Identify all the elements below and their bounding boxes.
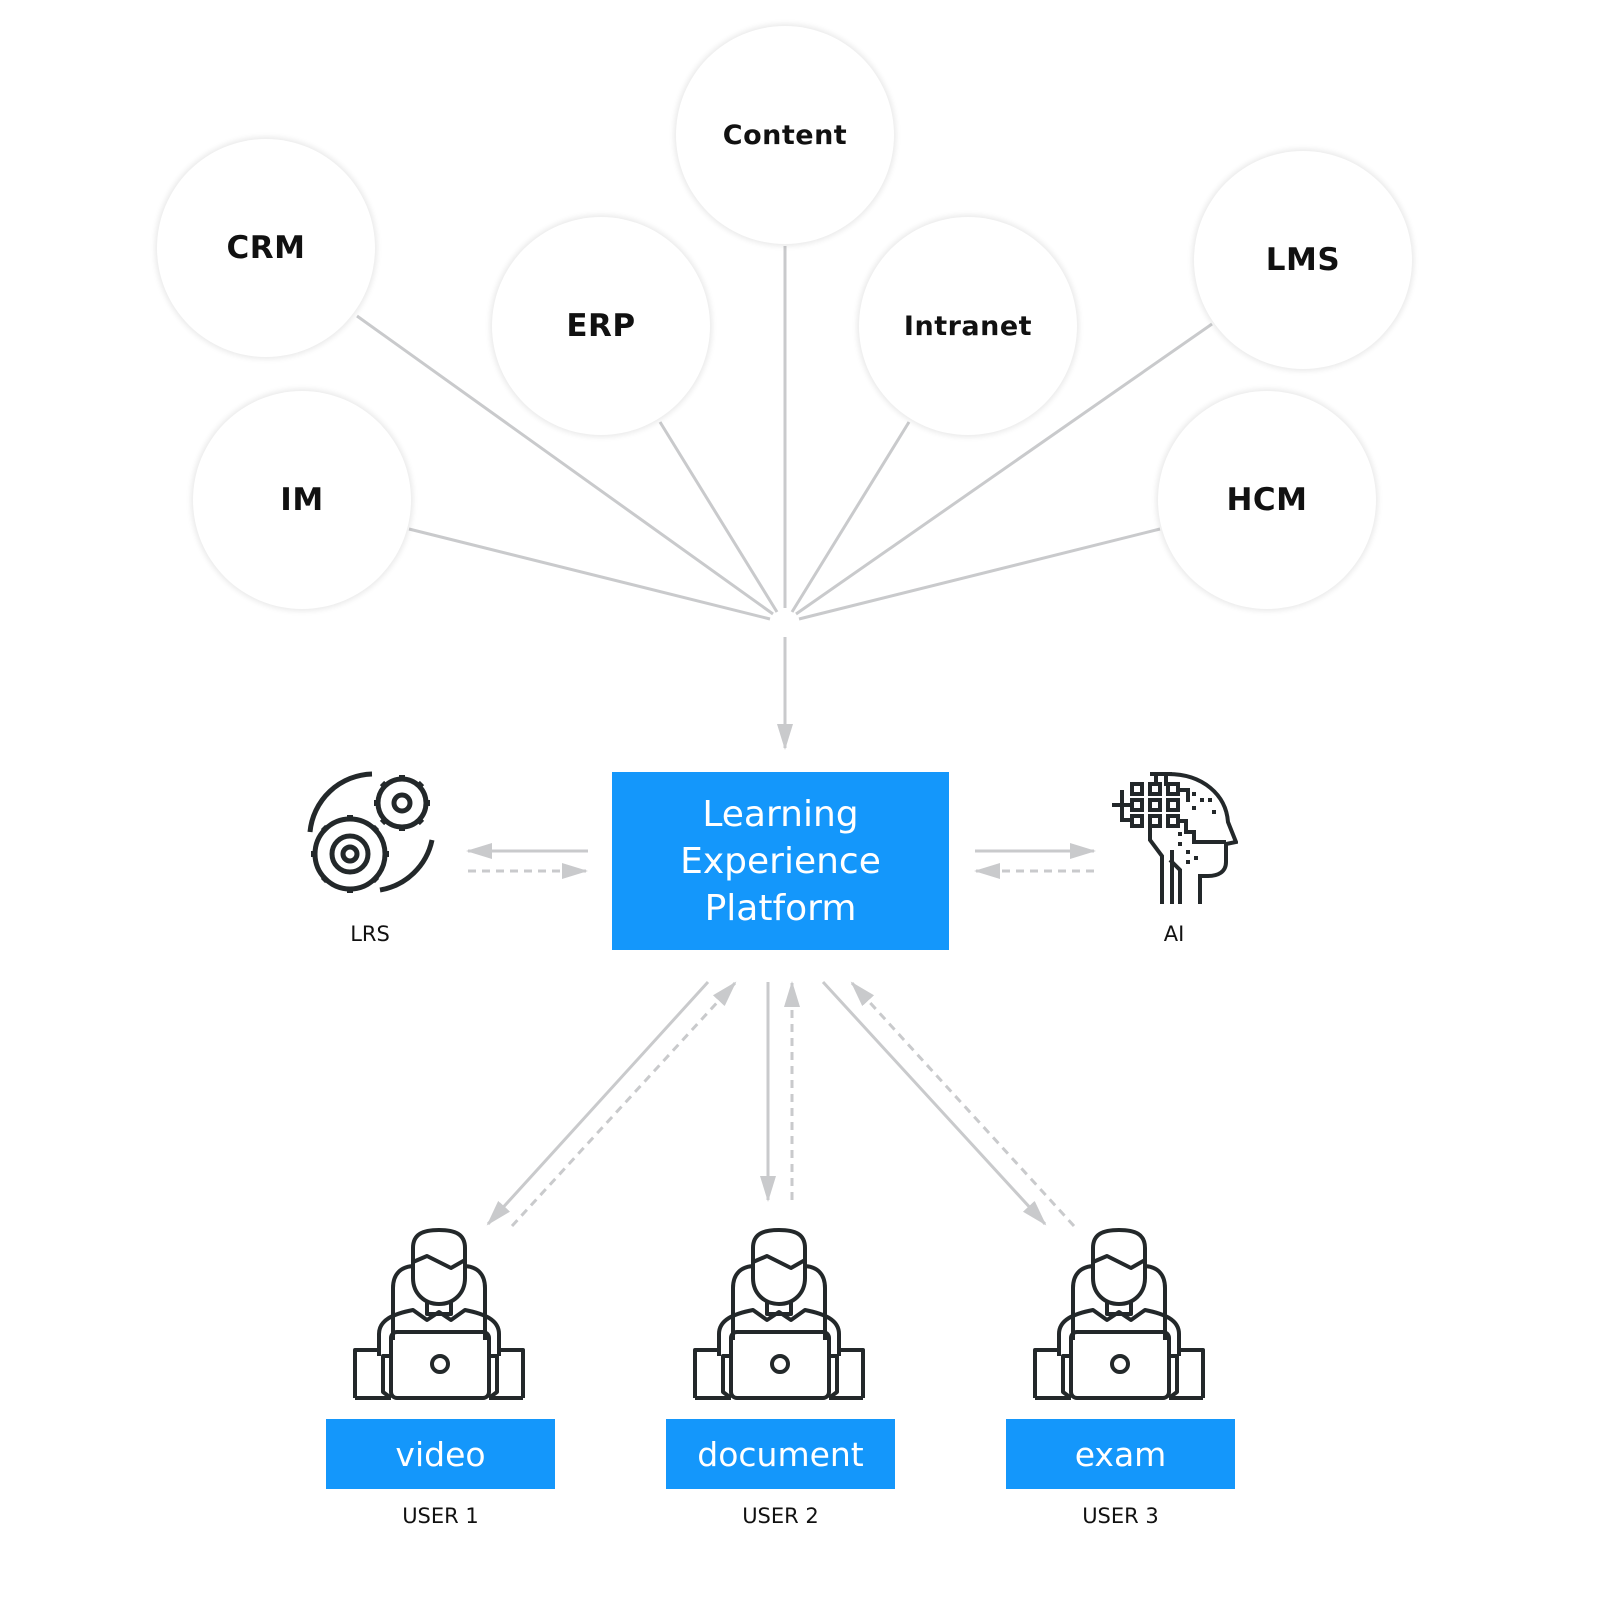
- platform-to-user1-arrow: [486, 980, 710, 1226]
- ai-label: AI: [1163, 922, 1185, 946]
- user-at-laptop-icon: [353, 1228, 529, 1409]
- user-label: USER 2: [742, 1504, 819, 1528]
- node-content: Content: [676, 26, 894, 244]
- user-content-tag: exam: [1006, 1419, 1235, 1489]
- connector-erp: [658, 421, 779, 613]
- platform-title-line-1: Learning: [702, 793, 859, 835]
- gears-icon: [307, 771, 435, 893]
- lrs-label: LRS: [350, 922, 390, 946]
- node-lms: LMS: [1194, 151, 1412, 369]
- node-label: CRM: [226, 230, 306, 266]
- user1-to-platform-arrow: [510, 981, 737, 1228]
- connector-intranet: [790, 421, 911, 613]
- user-at-laptop-icon: [1033, 1228, 1209, 1409]
- platform-title-line-3: Platform: [704, 887, 857, 929]
- node-hcm: HCM: [1158, 391, 1376, 609]
- node-crm: CRM: [157, 139, 375, 357]
- learning-experience-platform: Learning Experience Platform: [612, 772, 949, 950]
- user-content-tag: document: [666, 1419, 895, 1489]
- ai-head-icon: [1112, 772, 1238, 904]
- user3-to-platform-arrow: [850, 981, 1076, 1228]
- node-label: Content: [722, 119, 848, 151]
- user-label: USER 3: [1082, 1504, 1159, 1528]
- platform-title-line-2: Experience: [680, 840, 881, 882]
- user-label: USER 1: [402, 1504, 479, 1528]
- node-erp: ERP: [492, 217, 710, 435]
- node-label: Intranet: [903, 310, 1033, 342]
- node-label: LMS: [1265, 242, 1341, 278]
- node-intranet: Intranet: [859, 217, 1077, 435]
- node-label: ERP: [566, 308, 636, 344]
- node-label: IM: [280, 482, 324, 518]
- node-im: IM: [193, 391, 411, 609]
- user-content-tag: video: [326, 1419, 555, 1489]
- user-at-laptop-icon: [693, 1228, 869, 1409]
- node-label: HCM: [1226, 482, 1308, 518]
- platform-to-user3-arrow: [821, 980, 1047, 1226]
